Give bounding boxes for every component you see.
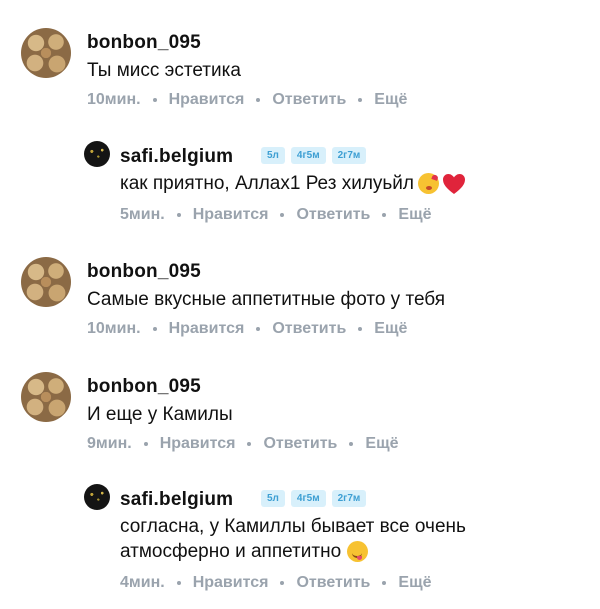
comment-text: как приятно, Аллах1 Рез хилуьйл: [120, 173, 414, 194]
reply-button[interactable]: Ответить: [296, 574, 370, 592]
badge: 4г5м: [290, 490, 326, 507]
username[interactable]: bonbon_095: [87, 261, 201, 283]
comment: bonbon_095 Самые вкусные аппетитные фото…: [0, 255, 600, 347]
reply-button[interactable]: Ответить: [263, 435, 337, 453]
comment-meta: 4мин. Нравится Ответить Ещё: [120, 574, 431, 592]
separator-dot: [152, 98, 157, 102]
badges: 5л 4г5м 2г7м: [261, 490, 367, 507]
like-button[interactable]: Нравится: [169, 91, 245, 109]
avatar[interactable]: [21, 257, 71, 307]
comment-text: Самые вкусные аппетитные фото у тебя: [87, 289, 446, 310]
avatar[interactable]: [21, 372, 71, 422]
separator-dot: [382, 581, 387, 585]
comment: bonbon_095 Ты мисс эстетика 10мин. Нрави…: [0, 26, 600, 118]
separator-dot: [280, 213, 285, 217]
comment-text: Ты мисс эстетика: [87, 60, 241, 81]
separator-dot: [256, 98, 261, 102]
timestamp: 10мин.: [87, 320, 141, 337]
separator-dot: [358, 327, 363, 331]
like-button[interactable]: Нравится: [193, 574, 269, 592]
badge: 5л: [261, 147, 285, 164]
timestamp: 9мин.: [87, 435, 132, 452]
separator-dot: [382, 213, 387, 217]
badge: 5л: [261, 490, 285, 507]
yum-face-emoji: [347, 541, 369, 563]
comment-text-line: атмосферно и аппетитно: [120, 539, 369, 564]
timestamp: 10мин.: [87, 91, 141, 108]
comment-text: И еще у Камилы: [87, 404, 233, 425]
more-button[interactable]: Ещё: [398, 206, 431, 224]
comment-meta: 9мин. Нравится Ответить Ещё: [87, 435, 398, 453]
separator-dot: [143, 442, 148, 446]
username[interactable]: safi.belgium: [120, 489, 233, 511]
reply-button[interactable]: Ответить: [272, 320, 346, 338]
more-button[interactable]: Ещё: [374, 320, 407, 338]
separator-dot: [176, 213, 181, 217]
timestamp: 5мин.: [120, 206, 165, 223]
more-button[interactable]: Ещё: [365, 435, 398, 453]
like-button[interactable]: Нравится: [193, 206, 269, 224]
separator-dot: [152, 327, 157, 331]
kissing-face-emoji: [418, 173, 439, 195]
comment-text: атмосферно и аппетитно: [120, 541, 342, 562]
separator-dot: [176, 581, 181, 585]
reply-comment: safi.belgium 5л 4г5м 2г7м согласна, у Ка…: [0, 484, 600, 599]
badges: 5л 4г5м 2г7м: [261, 147, 367, 164]
comment-meta: 5мин. Нравится Ответить Ещё: [120, 206, 431, 224]
timestamp: 4мин.: [120, 574, 165, 591]
separator-dot: [247, 442, 252, 446]
more-button[interactable]: Ещё: [398, 574, 431, 592]
username[interactable]: bonbon_095: [87, 376, 201, 398]
reply-button[interactable]: Ответить: [296, 206, 370, 224]
comment-text-line: как приятно, Аллах1 Рез хилуьйл: [120, 171, 466, 196]
username[interactable]: safi.belgium: [120, 146, 233, 168]
comment: bonbon_095 И еще у Камилы 9мин. Нравится…: [0, 370, 600, 462]
comment-meta: 10мин. Нравится Ответить Ещё: [87, 320, 407, 338]
badge: 2г7м: [331, 147, 367, 164]
separator-dot: [349, 442, 354, 446]
red-heart-emoji: [442, 173, 466, 195]
reply-button[interactable]: Ответить: [272, 91, 346, 109]
comment-text: согласна, у Камиллы бывает все очень: [120, 516, 466, 537]
avatar[interactable]: [84, 484, 110, 510]
badge: 2г7м: [331, 490, 367, 507]
separator-dot: [358, 98, 363, 102]
separator-dot: [256, 327, 261, 331]
avatar[interactable]: [84, 141, 110, 167]
avatar[interactable]: [21, 28, 71, 78]
like-button[interactable]: Нравится: [160, 435, 236, 453]
username[interactable]: bonbon_095: [87, 32, 201, 54]
comment-meta: 10мин. Нравится Ответить Ещё: [87, 91, 407, 109]
reply-comment: safi.belgium 5л 4г5м 2г7м как приятно, А…: [0, 141, 600, 231]
badge: 4г5м: [290, 147, 326, 164]
like-button[interactable]: Нравится: [169, 320, 245, 338]
more-button[interactable]: Ещё: [374, 91, 407, 109]
separator-dot: [280, 581, 285, 585]
